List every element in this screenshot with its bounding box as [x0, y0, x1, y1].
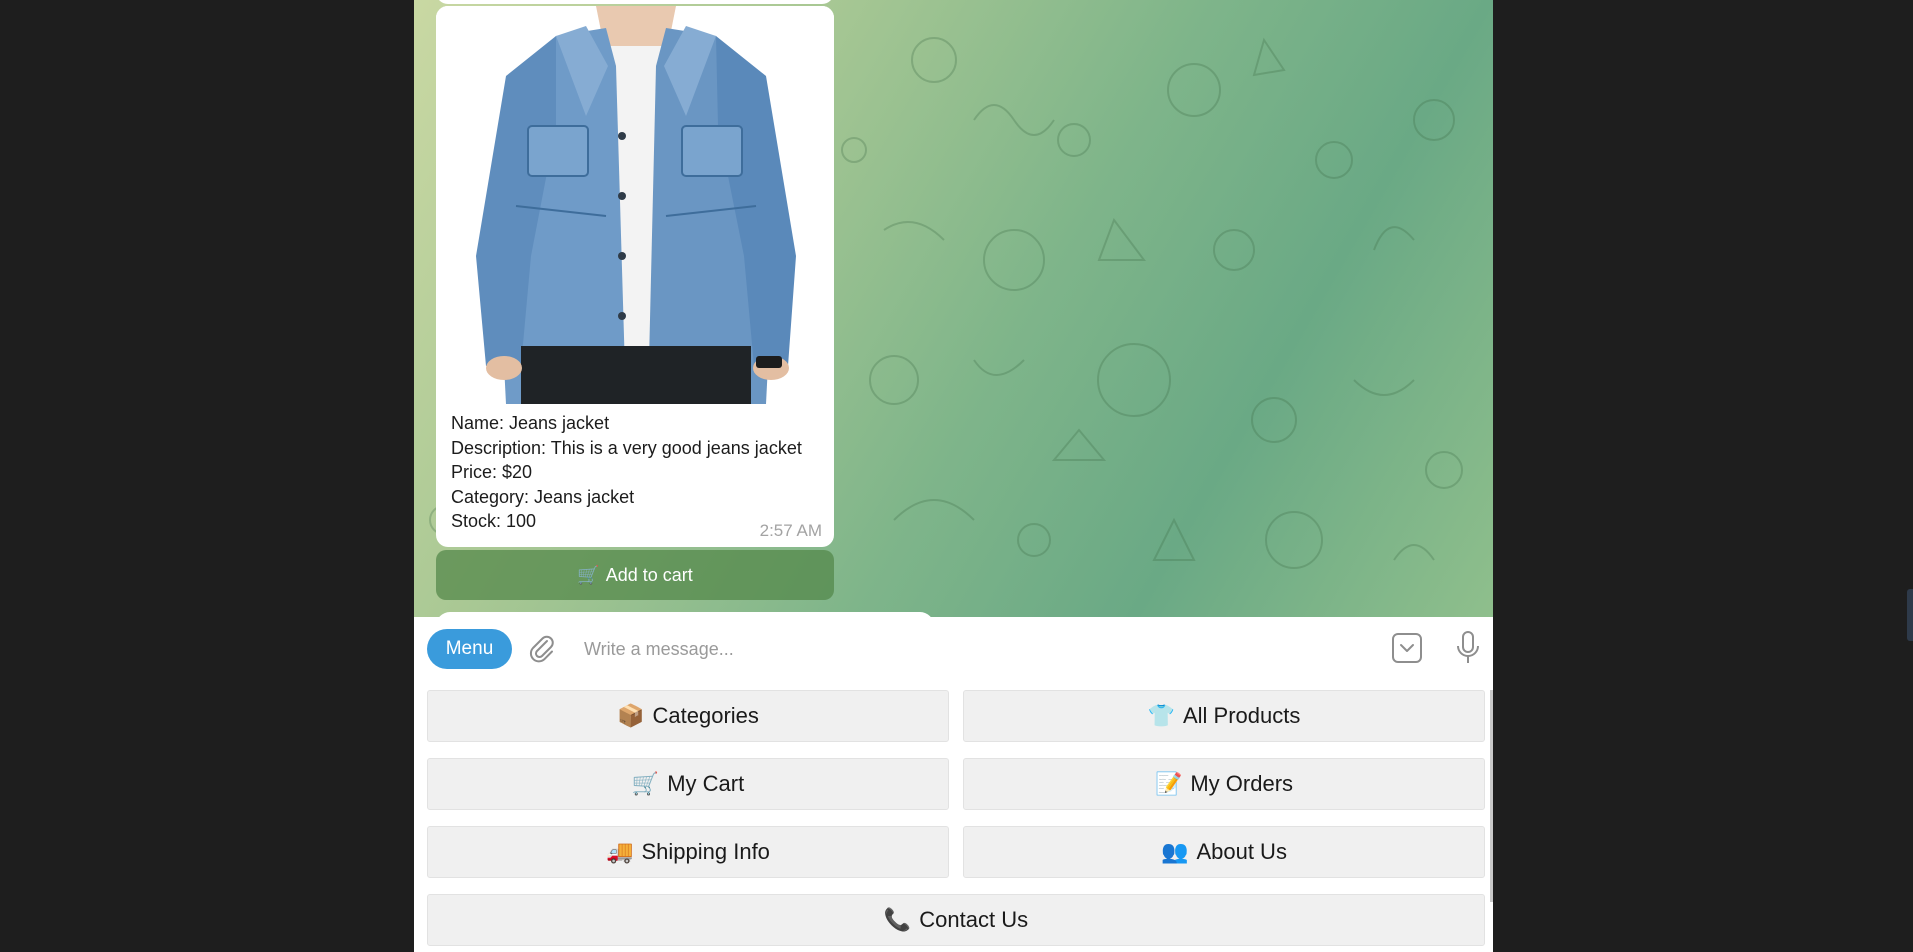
cart-icon: 🛒 — [631, 771, 660, 796]
shipping-info-button[interactable]: 🚚 Shipping Info — [427, 826, 949, 878]
contact-us-label: Contact Us — [919, 907, 1029, 932]
contact-us-button[interactable]: 📞 Contact Us — [427, 894, 1485, 946]
message-input[interactable] — [582, 631, 1206, 667]
shipping-info-label: Shipping Info — [641, 839, 770, 864]
categories-button[interactable]: 📦 Categories — [427, 690, 949, 742]
delivery-truck-icon: 🚚 — [606, 839, 634, 864]
telegram-chat-window: Name: Jeans jacket Description: This is … — [414, 0, 1493, 952]
tshirt-icon: 👕 — [1147, 703, 1175, 728]
add-to-cart-label: Add to cart — [605, 564, 693, 585]
message-composer: Menu — [414, 617, 1493, 679]
paperclip-icon[interactable] — [527, 633, 557, 663]
product-name-line: Name: Jeans jacket — [451, 413, 610, 433]
product-category-line: Category: Jeans jacket — [451, 486, 635, 507]
product-message-bubble[interactable]: Name: Jeans jacket Description: This is … — [436, 6, 834, 547]
memo-icon: 📝 — [1154, 771, 1183, 796]
jeans-jacket-image — [436, 6, 834, 404]
product-photo[interactable] — [436, 6, 834, 404]
chat-history[interactable]: Name: Jeans jacket Description: This is … — [414, 0, 1493, 617]
about-us-button[interactable]: 👥 About Us — [963, 826, 1485, 878]
product-price-line: Price: $20 — [451, 462, 533, 483]
telephone-icon: 📞 — [883, 907, 912, 932]
product-caption: Name: Jeans jacket Description: This is … — [451, 411, 823, 534]
keyboard-scrollbar[interactable] — [1490, 690, 1493, 902]
menu-button[interactable]: Menu — [427, 629, 512, 669]
add-to-cart-button[interactable]: 🛒 Add to cart — [436, 550, 834, 600]
message-timestamp: 2:57 AM — [759, 521, 822, 540]
my-cart-button[interactable]: 🛒 My Cart — [427, 758, 949, 810]
my-orders-label: My Orders — [1190, 771, 1294, 796]
categories-label: Categories — [652, 703, 759, 728]
package-icon: 📦 — [617, 703, 645, 728]
my-cart-label: My Cart — [667, 771, 745, 796]
screen-edge-widget[interactable] — [1907, 589, 1913, 641]
all-products-button[interactable]: 👕 All Products — [963, 690, 1485, 742]
all-products-label: All Products — [1183, 703, 1301, 728]
about-us-label: About Us — [1196, 839, 1287, 864]
bot-keyboard-icon[interactable] — [1391, 632, 1423, 664]
microphone-icon[interactable] — [1455, 630, 1481, 666]
cart-icon: 🛒 — [577, 564, 600, 585]
people-icon: 👥 — [1161, 839, 1189, 864]
product-description-line: Description: This is a very good jeans j… — [451, 437, 802, 458]
my-orders-button[interactable]: 📝 My Orders — [963, 758, 1485, 810]
previous-message-bubble-edge — [436, 0, 834, 4]
